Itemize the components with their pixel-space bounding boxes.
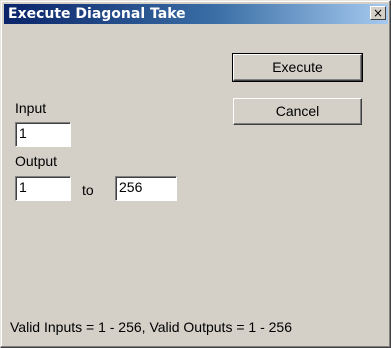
window-title: Execute Diagonal Take	[8, 6, 186, 22]
execute-button[interactable]: Execute	[232, 53, 363, 82]
close-button[interactable]: ×	[370, 6, 386, 20]
title-bar[interactable]: Execute Diagonal Take ×	[4, 4, 388, 24]
output-to-label: to	[82, 182, 94, 198]
dialog-window: Execute Diagonal Take × Execute Cancel I…	[0, 0, 391, 348]
valid-range-text: Valid Inputs = 1 - 256, Valid Outputs = …	[10, 319, 292, 335]
close-icon: ×	[372, 6, 384, 20]
output-to-field[interactable]: 256	[115, 176, 177, 201]
input-field[interactable]: 1	[15, 122, 71, 147]
cancel-button[interactable]: Cancel	[233, 98, 362, 125]
output-label: Output	[15, 153, 58, 169]
input-label: Input	[15, 100, 47, 116]
output-from-field[interactable]: 1	[15, 176, 71, 201]
